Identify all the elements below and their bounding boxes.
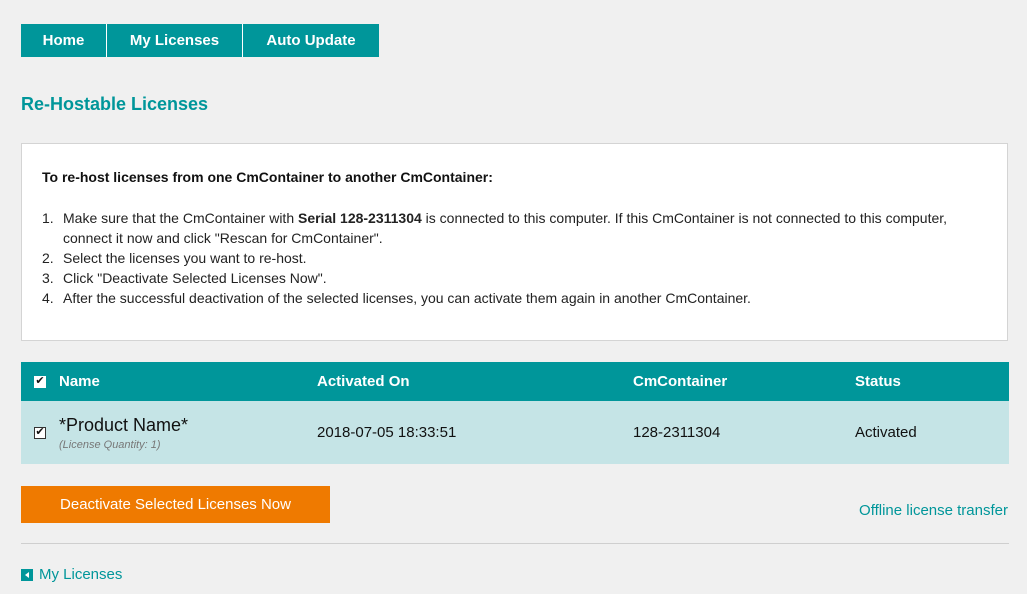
tab-my-licenses[interactable]: My Licenses: [107, 24, 243, 57]
row-checkbox-cell: ✔: [21, 426, 59, 439]
step-text: Select the licenses you want to re-host.: [63, 250, 307, 266]
product-name: *Product Name*: [59, 414, 189, 435]
serial-number: Serial 128-2311304: [298, 210, 422, 226]
step-2: 2. Select the licenses you want to re-ho…: [42, 248, 992, 268]
instructions-heading: To re-host licenses from one CmContainer…: [42, 169, 493, 185]
divider: [21, 543, 1009, 544]
page-title: Re-Hostable Licenses: [21, 94, 209, 114]
status-cell: Activated: [855, 424, 917, 441]
step-number: 1.: [42, 210, 54, 226]
header-checkbox-cell: ✔: [21, 375, 59, 388]
activated-on-cell: 2018-07-05 18:33:51: [317, 424, 457, 441]
row-checkbox[interactable]: ✔: [34, 426, 46, 439]
table-header: ✔ Name Activated On CmContainer Status: [21, 362, 1009, 401]
step-number: 3.: [42, 270, 54, 286]
step-1-text-start: Make sure that the CmContainer with: [63, 210, 298, 226]
select-all-checkbox[interactable]: ✔: [34, 375, 46, 388]
top-navigation: Home My Licenses Auto Update: [21, 24, 379, 57]
step-text: Make sure that the CmContainer with Seri…: [63, 208, 992, 248]
back-link-label: My Licenses: [39, 566, 123, 583]
back-to-my-licenses-link[interactable]: My Licenses: [21, 566, 122, 583]
caret-left-icon: [21, 568, 33, 581]
step-1: 1. Make sure that the CmContainer with S…: [42, 208, 992, 248]
column-header-cmcontainer: CmContainer: [633, 373, 728, 390]
column-header-activated-on: Activated On: [317, 373, 410, 390]
tab-home[interactable]: Home: [21, 24, 107, 57]
step-4: 4. After the successful deactivation of …: [42, 288, 992, 308]
license-quantity: (License Quantity: 1): [59, 438, 161, 451]
column-header-status: Status: [855, 373, 901, 390]
column-header-name: Name: [59, 373, 100, 390]
licenses-table: ✔ Name Activated On CmContainer Status ✔…: [21, 362, 1009, 464]
step-3: 3. Click "Deactivate Selected Licenses N…: [42, 268, 992, 288]
cmcontainer-cell: 128-2311304: [633, 424, 721, 441]
step-number: 4.: [42, 290, 54, 306]
step-text: Click "Deactivate Selected Licenses Now"…: [63, 270, 327, 286]
step-text: After the successful deactivation of the…: [63, 290, 751, 306]
deactivate-licenses-button[interactable]: Deactivate Selected Licenses Now: [21, 486, 330, 523]
step-number: 2.: [42, 250, 54, 266]
table-row: ✔ *Product Name* (License Quantity: 1) 2…: [21, 401, 1009, 464]
offline-transfer-link[interactable]: Offline license transfer: [859, 502, 1008, 519]
instructions-panel: To re-host licenses from one CmContainer…: [21, 143, 1008, 341]
license-name-cell: *Product Name* (License Quantity: 1): [59, 415, 317, 451]
tab-auto-update[interactable]: Auto Update: [243, 24, 379, 57]
instructions-steps: 1. Make sure that the CmContainer with S…: [42, 208, 992, 308]
